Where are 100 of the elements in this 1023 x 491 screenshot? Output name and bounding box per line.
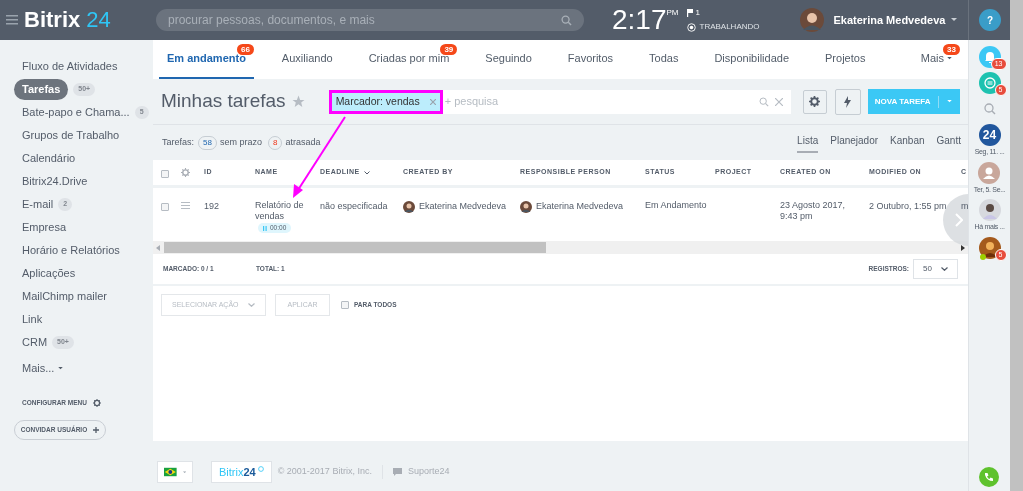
arrow-right-icon[interactable]: [961, 244, 965, 251]
sidebar-item[interactable]: E-mail: [14, 196, 54, 213]
settings-button[interactable]: [802, 89, 827, 114]
lightning-icon: [844, 95, 852, 108]
drag-handle-icon[interactable]: [181, 202, 190, 209]
avatar[interactable]: [799, 8, 824, 32]
chat-icon[interactable]: [978, 72, 1001, 94]
page-title: Minhas tarefas: [161, 89, 286, 114]
checkbox[interactable]: [161, 169, 169, 178]
caret-icon: [182, 470, 186, 474]
caret-icon: [946, 100, 952, 103]
lightning-button[interactable]: [834, 88, 861, 115]
menu-icon[interactable]: [6, 15, 18, 25]
counter-badge: 66: [236, 44, 254, 55]
sidebar-item[interactable]: Horário e Relatórios: [14, 242, 120, 259]
avatar[interactable]: [978, 236, 1001, 259]
tab[interactable]: Disponibilidade: [706, 40, 798, 79]
sidebar-item[interactable]: CRM: [14, 334, 48, 351]
person-avatar[interactable]: [978, 161, 1001, 184]
more-link[interactable]: Mais...: [14, 357, 153, 380]
sidebar-item[interactable]: Calendário: [14, 150, 76, 167]
app-logo[interactable]: Bitrix 24: [24, 9, 111, 31]
sidebar-item[interactable]: Grupos de Trabalho: [14, 127, 120, 144]
counter-badge: 39: [440, 44, 458, 55]
tab[interactable]: Criadas por mim 39: [360, 40, 458, 79]
chat-avatar[interactable]: 24: [978, 124, 1001, 146]
sort-icon[interactable]: [363, 170, 370, 175]
sidebar-item[interactable]: Link: [14, 311, 43, 328]
sidebar-item[interactable]: MailChimp mailer: [14, 288, 107, 305]
flag-icon: [686, 9, 693, 17]
work-status[interactable]: TRABALHANDO: [699, 21, 760, 33]
caret-icon: [58, 367, 64, 370]
records-select[interactable]: 50: [913, 259, 958, 279]
sidebar-item[interactable]: Fluxo de Atividades: [14, 58, 118, 75]
search-input[interactable]: + pesquisa: [444, 93, 759, 110]
task-name-link[interactable]: Relatório de vendas: [255, 200, 316, 222]
status-icon: [686, 22, 696, 32]
stats-label: Tarefas:: [162, 135, 194, 149]
user-name[interactable]: Ekaterina Medvedeva: [833, 11, 958, 29]
counter-badge: 33: [943, 44, 960, 55]
search-input[interactable]: procurar pessoas, documentos, e mais: [168, 11, 548, 29]
settings-icon[interactable]: [93, 398, 101, 407]
table-cell-text: não especificada: [320, 200, 389, 213]
flag-count: 1: [695, 7, 700, 19]
stats-text[interactable]: sem prazo: [219, 135, 262, 150]
sidebar-item[interactable]: Aplicações: [14, 265, 76, 282]
close-icon[interactable]: [774, 97, 783, 106]
chevron-down-icon: [941, 267, 948, 271]
search-icon[interactable]: [758, 96, 769, 107]
avatar[interactable]: [978, 199, 1001, 221]
pause-icon[interactable]: [263, 225, 267, 231]
view-tab[interactable]: Planejador: [830, 132, 879, 153]
table-cell-text: m: [961, 200, 968, 213]
table-cell-text: 192: [204, 200, 221, 213]
view-tab[interactable]: Gantt: [936, 132, 961, 153]
table-cell-text: Em Andamento: [645, 200, 708, 211]
tab[interactable]: Auxiliando: [273, 40, 341, 79]
checkbox[interactable]: [161, 203, 169, 211]
avatar: [403, 200, 415, 213]
chevron-down-icon: [248, 303, 255, 307]
scrollbar-track[interactable]: [153, 241, 968, 254]
arrow-left-icon[interactable]: [156, 244, 160, 251]
settings-icon: [809, 96, 821, 107]
sidebar-item[interactable]: Bate-papo e Chama...: [14, 104, 130, 121]
search-field[interactable]: procurar pessoas, documentos, e mais: [156, 9, 584, 31]
filter-tag[interactable]: Marcador: vendas: [331, 92, 440, 111]
sidebar-item[interactable]: Tarefas: [14, 79, 69, 100]
tab[interactable]: Todas: [641, 40, 687, 79]
checkbox[interactable]: [341, 301, 349, 309]
view-tab[interactable]: Lista: [797, 132, 819, 153]
language-select[interactable]: [157, 461, 193, 483]
avatar: [520, 200, 532, 213]
chevron-right-icon: [955, 213, 963, 227]
phone-icon: [984, 472, 994, 482]
scrollbar-thumb[interactable]: [164, 242, 546, 253]
caret-icon: [951, 18, 958, 22]
phone-button[interactable]: [979, 467, 999, 487]
clock-ampm: PM: [666, 7, 679, 19]
person-name[interactable]: Ekaterina Medvedeva: [536, 200, 624, 214]
sidebar-item[interactable]: Empresa: [14, 219, 67, 236]
tab[interactable]: Em andamento 66: [159, 40, 254, 79]
search-icon[interactable]: [561, 14, 572, 26]
person-name[interactable]: Ekaterina Medvedeva: [419, 200, 507, 214]
filter-field[interactable]: Marcador: vendas + pesquisa: [328, 89, 791, 114]
tab[interactable]: Favoritos: [559, 40, 622, 79]
view-tab[interactable]: Kanban: [890, 132, 925, 153]
stats-text[interactable]: atrasada: [285, 135, 321, 150]
tab[interactable]: Seguindo: [477, 40, 540, 79]
table-cell-text: 23 Agosto 2017, 9:43 pm: [780, 200, 847, 222]
clock-time: 2:17: [612, 6, 667, 34]
chat-icon: [392, 468, 402, 476]
plus-icon: [93, 426, 100, 433]
star-icon[interactable]: [291, 95, 305, 108]
sidebar-item[interactable]: Bitrix24.Drive: [14, 173, 88, 190]
tab[interactable]: Mais 33: [912, 40, 960, 79]
table-cell-text: 2 Outubro, 1:55 pm: [869, 200, 948, 213]
close-icon[interactable]: [429, 98, 436, 105]
scrollbar-track[interactable]: [1010, 0, 1023, 491]
flag-icon: [164, 467, 177, 477]
tab[interactable]: Projetos: [817, 40, 874, 79]
